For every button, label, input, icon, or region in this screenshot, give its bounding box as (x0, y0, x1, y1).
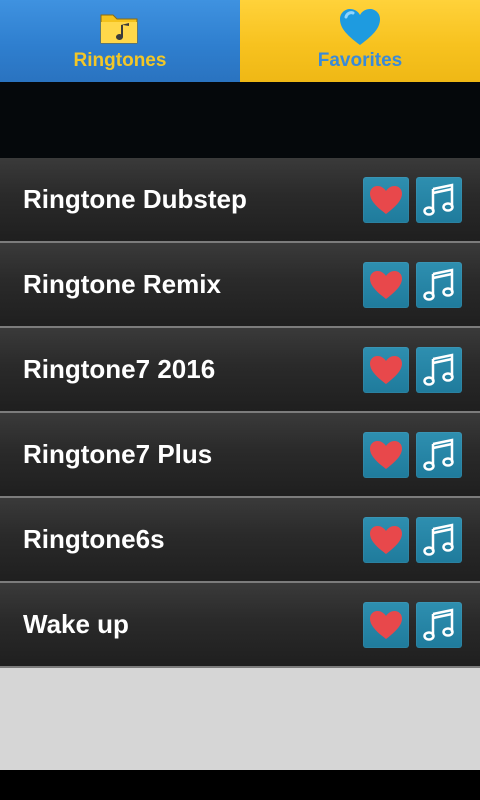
heart-icon (370, 355, 402, 384)
heart-icon (339, 8, 381, 48)
ringtone-title: Ringtone Remix (23, 269, 221, 299)
tab-ringtones-label: Ringtones (73, 50, 167, 71)
ringtone-list: Ringtone Dubstep Ringtone Remix Ringtone… (0, 158, 480, 668)
music-note-icon (423, 607, 454, 641)
music-note-icon (423, 182, 454, 216)
ringtone-title: Ringtone6s (23, 524, 165, 554)
heart-icon (370, 440, 402, 469)
list-item[interactable]: Ringtone7 Plus (0, 413, 480, 498)
favorite-button[interactable] (363, 176, 409, 223)
ringtone-title: Wake up (23, 609, 129, 639)
list-item[interactable]: Ringtone7 2016 (0, 328, 480, 413)
ringtone-title: Ringtone7 2016 (23, 354, 216, 384)
list-empty-area (0, 668, 480, 770)
heart-icon (370, 185, 402, 214)
bottom-bar (0, 770, 480, 800)
list-item[interactable]: Ringtone Remix (0, 243, 480, 328)
tab-favorites[interactable]: Favorites (240, 0, 480, 82)
play-ringtone-button[interactable] (416, 431, 462, 478)
list-item[interactable]: Wake up (0, 583, 480, 668)
favorite-button[interactable] (363, 346, 409, 393)
tab-ringtones[interactable]: Ringtones (0, 0, 240, 82)
ringtone-title: Ringtone7 Plus (23, 439, 213, 469)
list-item[interactable]: Ringtone6s (0, 498, 480, 583)
music-note-icon (423, 437, 454, 471)
play-ringtone-button[interactable] (416, 516, 462, 563)
heart-icon (370, 610, 402, 639)
play-ringtone-button[interactable] (416, 176, 462, 223)
play-ringtone-button[interactable] (416, 261, 462, 308)
favorite-button[interactable] (363, 431, 409, 478)
play-ringtone-button[interactable] (416, 346, 462, 393)
tab-bar: Ringtones Favorites (0, 0, 480, 82)
heart-icon (370, 270, 402, 299)
favorite-button[interactable] (363, 261, 409, 308)
favorite-button[interactable] (363, 601, 409, 648)
list-item[interactable]: Ringtone Dubstep (0, 158, 480, 243)
ringtone-title: Ringtone Dubstep (23, 184, 247, 214)
favorite-button[interactable] (363, 516, 409, 563)
play-ringtone-button[interactable] (416, 601, 462, 648)
music-note-icon (423, 267, 454, 301)
header-spacer (0, 82, 480, 158)
music-note-icon (423, 352, 454, 386)
folder-music-icon (99, 8, 141, 48)
music-note-icon (423, 522, 454, 556)
heart-icon (370, 525, 402, 554)
tab-favorites-label: Favorites (317, 50, 403, 71)
